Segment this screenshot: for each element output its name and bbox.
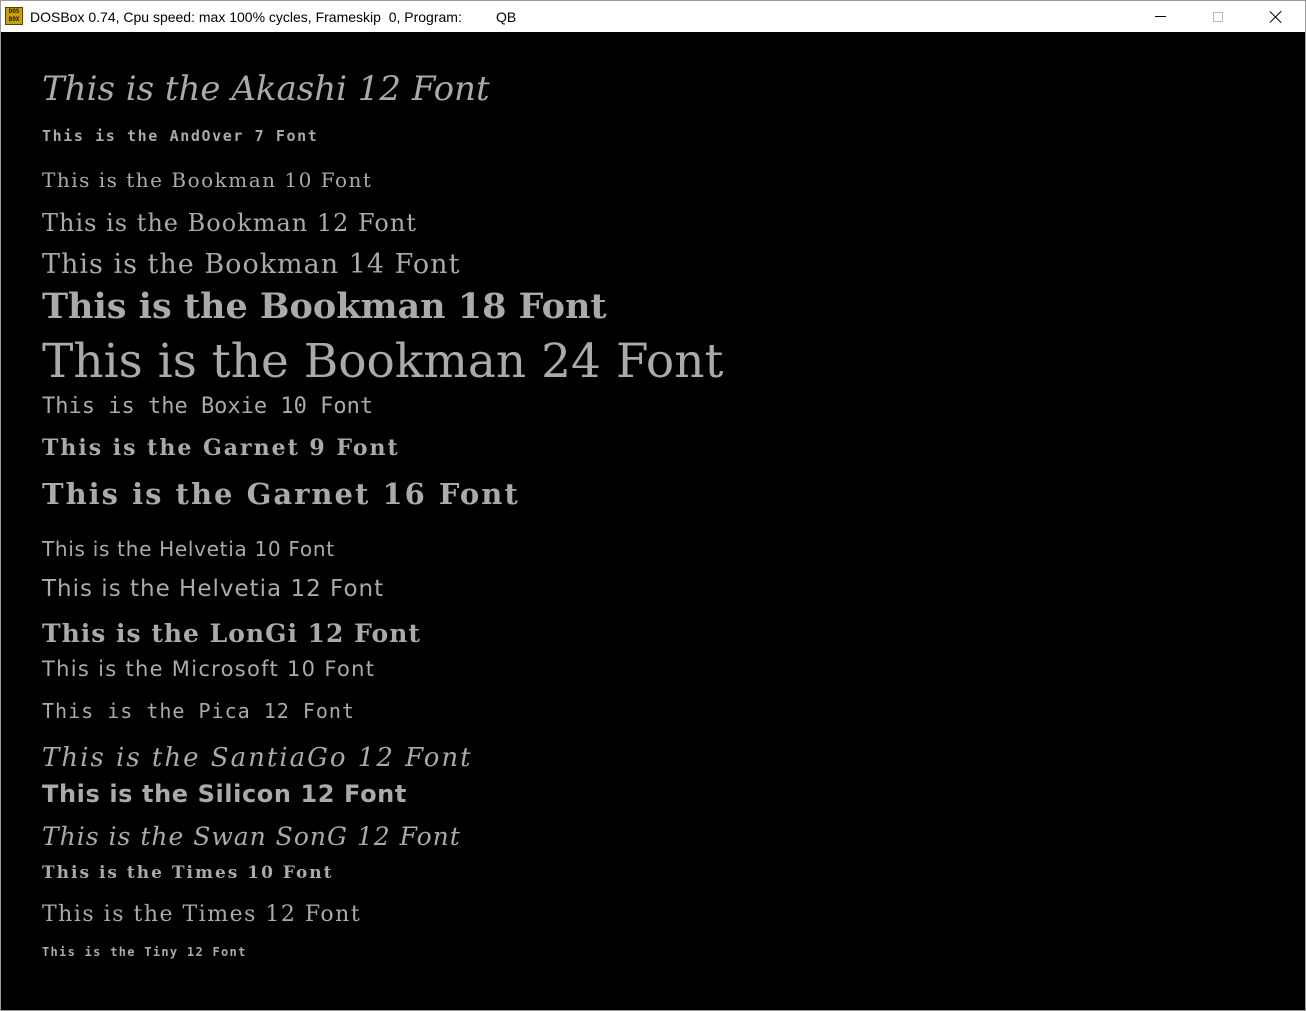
- font-sample-andover-7: This is the AndOver 7 Font: [42, 127, 319, 145]
- window-title: DOSBox 0.74, Cpu speed: max 100% cycles,…: [30, 9, 462, 25]
- minimize-button[interactable]: [1131, 1, 1189, 32]
- dosbox-app-icon[interactable]: DOS BOX: [5, 7, 23, 25]
- font-sample-bookman-24: This is the Bookman 24 Font: [42, 334, 724, 389]
- font-sample-times-12: This is the Times 12 Font: [42, 902, 362, 927]
- window-title-program: QB: [496, 9, 517, 25]
- title-bar[interactable]: DOS BOX DOSBox 0.74, Cpu speed: max 100%…: [1, 1, 1305, 32]
- font-sample-silicon-12: This is the Silicon 12 Font: [42, 780, 407, 808]
- close-icon: [1269, 10, 1283, 24]
- font-sample-tiny-12: This is the Tiny 12 Font: [42, 945, 247, 959]
- minimize-icon: [1154, 16, 1166, 17]
- font-sample-santiago-12: This is the SantiaGo 12 Font: [42, 743, 473, 773]
- font-sample-microsoft-10: This is the Microsoft 10 Font: [42, 657, 376, 681]
- font-sample-garnet-9: This is the Garnet 9 Font: [42, 435, 400, 461]
- font-sample-bookman-18: This is the Bookman 18 Font: [42, 286, 607, 327]
- font-sample-helvetia-10: This is the Helvetia 10 Font: [42, 537, 335, 561]
- maximize-button[interactable]: [1189, 1, 1247, 32]
- font-sample-boxie-10: This is the Boxie 10 Font: [42, 394, 374, 419]
- font-sample-bookman-10: This is the Bookman 10 Font: [42, 168, 373, 192]
- app-icon-text-top: DOS: [8, 8, 20, 15]
- font-sample-helvetia-12: This is the Helvetia 12 Font: [42, 576, 385, 602]
- dosbox-window: DOS BOX DOSBox 0.74, Cpu speed: max 100%…: [0, 0, 1306, 1011]
- font-sample-swansong-12: This is the Swan SonG 12 Font: [42, 822, 461, 851]
- app-icon-text-bottom: BOX: [8, 16, 20, 23]
- font-sample-garnet-16: This is the Garnet 16 Font: [42, 477, 520, 511]
- font-sample-akashi-12: This is the Akashi 12 Font: [42, 69, 490, 109]
- font-sample-bookman-14: This is the Bookman 14 Font: [42, 249, 461, 280]
- font-sample-pica-12: This is the Pica 12 Font: [42, 699, 355, 723]
- font-sample-bookman-12: This is the Bookman 12 Font: [42, 209, 417, 237]
- maximize-icon: [1213, 11, 1223, 22]
- close-button[interactable]: [1247, 1, 1305, 32]
- dos-screen[interactable]: This is the Akashi 12 Font This is the A…: [1, 32, 1305, 1010]
- font-sample-longi-12: This is the LonGi 12 Font: [42, 619, 421, 648]
- font-sample-times-10: This is the Times 10 Font: [42, 863, 334, 883]
